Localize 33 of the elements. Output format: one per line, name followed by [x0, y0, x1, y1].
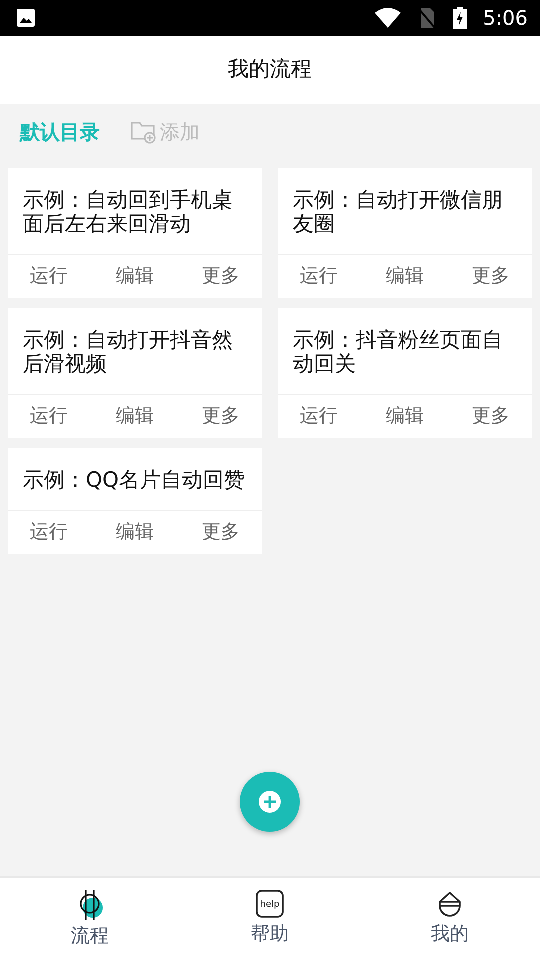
nav-tab[interactable]: help 帮助: [180, 878, 360, 960]
user-icon: [436, 890, 464, 918]
action-link[interactable]: 编辑: [386, 402, 424, 431]
action-link[interactable]: 更多: [202, 262, 240, 291]
action-link[interactable]: 更多: [472, 262, 510, 291]
action-link[interactable]: 运行: [300, 402, 338, 431]
add-flow-button[interactable]: [240, 772, 300, 832]
plus-icon: [259, 791, 281, 813]
status-time: 5:06: [483, 5, 528, 32]
folder-add-icon: [130, 119, 158, 145]
battery-icon: [453, 7, 468, 29]
flow-title: 示例：自动打开微信朋友圈: [292, 187, 504, 238]
page-title: 我的流程: [228, 56, 312, 84]
action-link[interactable]: 运行: [30, 402, 68, 431]
action-link[interactable]: 运行: [30, 262, 68, 291]
help-icon: help: [256, 890, 284, 918]
image-icon: [16, 8, 36, 28]
flow-title: 示例：QQ名片自动回赞: [22, 467, 246, 494]
flow-title: 示例：抖音粉丝页面自动回关: [292, 327, 504, 378]
nav-tab[interactable]: 流程: [0, 878, 180, 960]
wifi-icon: [375, 8, 402, 28]
action-link[interactable]: 更多: [472, 402, 510, 431]
action-link[interactable]: 运行: [300, 262, 338, 291]
action-link[interactable]: 编辑: [116, 518, 154, 547]
action-link[interactable]: 编辑: [386, 262, 424, 291]
action-link[interactable]: 编辑: [116, 402, 154, 431]
action-link[interactable]: 更多: [202, 402, 240, 431]
nav-tab[interactable]: 我的: [360, 878, 540, 960]
action-link[interactable]: 运行: [30, 518, 68, 547]
action-link[interactable]: 编辑: [116, 262, 154, 291]
flow-title: 示例：自动打开抖音然后滑视频: [22, 327, 234, 378]
flow-title: 示例：自动回到手机桌面后左右来回滑动: [22, 187, 234, 238]
action-link[interactable]: 更多: [202, 518, 240, 547]
